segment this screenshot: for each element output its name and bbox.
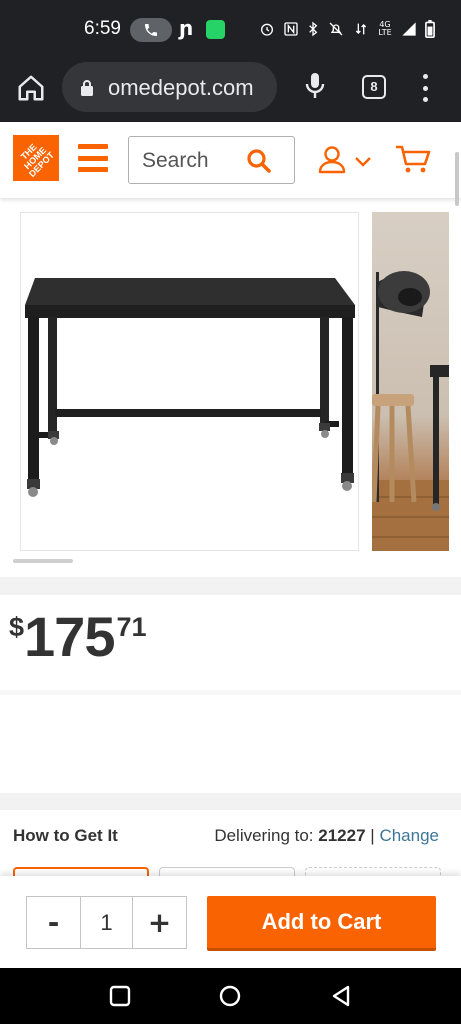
battery-icon [425,20,435,38]
address-bar-url[interactable]: omedepot.com [108,75,254,101]
room-scene-image [372,271,449,551]
system-status-icons: 4G LTE [259,20,435,38]
app-notification-icon: ɲ [179,16,194,40]
price-cents: 71 [116,612,147,642]
product-price: $ 175 71 [9,606,147,668]
search-input[interactable]: Search [128,136,295,184]
network-type: 4G LTE [378,20,392,37]
system-navigation-bar [0,968,461,1024]
nfc-icon [284,22,298,36]
browser-toolbar: omedepot.com 8 [0,60,461,122]
desk-product-image [25,278,355,497]
lock-icon[interactable] [80,79,94,97]
delivery-separator: | [370,826,375,845]
chevron-down-icon[interactable] [354,156,372,168]
browser-menu-icon[interactable] [418,74,432,102]
hamburger-menu-icon[interactable] [78,144,108,172]
page-scrollbar[interactable] [455,152,459,206]
quantity-increment-button[interactable]: + [133,897,186,948]
search-icon[interactable] [246,148,272,174]
search-placeholder: Search [142,149,209,172]
section-divider [0,577,461,595]
quantity-stepper: - 1 + [26,896,187,949]
square-recents-icon[interactable] [109,985,131,1007]
delivery-location: Delivering to: 21227 | Change [214,826,439,846]
data-arrows-icon [355,23,367,35]
status-bar: 6:59 ɲ 4G LTE [0,0,461,60]
microphone-icon[interactable] [304,71,326,101]
ongoing-call-indicator[interactable] [130,18,172,42]
section-divider [0,690,461,695]
add-to-cart-bar: - 1 + Add to Cart [0,876,461,968]
delivery-zip: 21227 [318,826,366,845]
home-depot-logo[interactable]: THE HOME DEPOT [13,135,59,181]
cart-icon[interactable] [395,144,431,174]
quantity-input[interactable]: 1 [80,897,133,948]
price-dollars: 175 [24,605,115,668]
quantity-decrement-button[interactable]: - [27,897,80,948]
fulfillment-title: How to Get It [13,826,118,845]
gallery-scroll-indicator [13,559,73,563]
user-icon[interactable] [317,144,347,174]
product-image-secondary[interactable] [372,212,449,551]
alarm-icon [261,23,273,36]
back-triangle-icon[interactable] [330,985,352,1007]
product-image-main[interactable] [20,212,359,551]
circle-home-icon[interactable] [219,985,241,1007]
signal-icon [402,22,416,36]
messaging-app-icon [206,20,225,39]
change-zip-link[interactable]: Change [379,826,439,845]
price-currency: $ [9,612,25,642]
site-header: THE HOME DEPOT Search [0,122,461,198]
status-time: 6:59 [84,18,121,39]
home-icon[interactable] [16,73,46,103]
delivering-label: Delivering to: [214,826,314,845]
bluetooth-icon [309,21,318,37]
section-divider [0,793,461,810]
tab-switcher-button[interactable]: 8 [362,75,386,99]
mute-icon [329,22,343,36]
add-to-cart-button[interactable]: Add to Cart [207,896,436,948]
phone-icon [145,24,157,36]
